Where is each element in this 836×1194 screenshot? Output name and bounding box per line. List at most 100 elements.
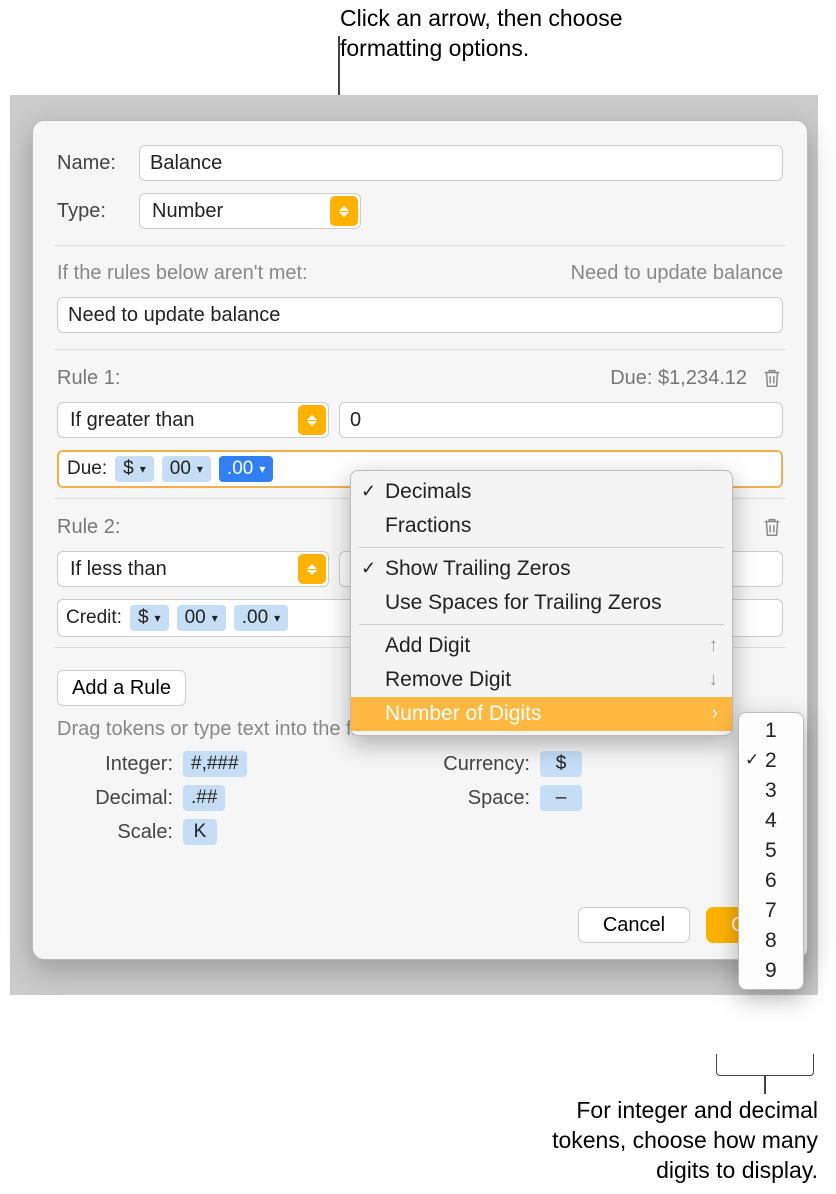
digits-option-1[interactable]: 1: [739, 716, 803, 746]
digits-option-9[interactable]: 9: [739, 956, 803, 986]
menu-item-label: Fractions: [385, 514, 471, 537]
currency-template-token[interactable]: $: [540, 751, 582, 777]
integer-label: Integer:: [63, 753, 173, 776]
trash-icon[interactable]: [761, 515, 783, 539]
updown-icon: [298, 405, 326, 435]
digits-option-label: 4: [765, 809, 777, 832]
integer-token[interactable]: 00▾: [177, 605, 226, 631]
chevron-down-icon: ▾: [155, 611, 161, 625]
type-select[interactable]: Number: [139, 193, 361, 229]
fallback-input-value: Need to update balance: [68, 304, 280, 327]
menu-separator: [359, 547, 724, 548]
token-text: .00: [242, 607, 268, 629]
decimal-label: Decimal:: [63, 787, 173, 810]
rule2-title: Rule 2:: [57, 516, 120, 539]
chevron-right-icon: ›: [712, 703, 718, 725]
currency-token[interactable]: $▾: [115, 456, 154, 482]
menu-add-digit[interactable]: Add Digit ↑: [351, 629, 732, 663]
arrow-down-icon: ↓: [709, 669, 719, 691]
arrow-up-icon: ↑: [709, 635, 719, 657]
chevron-down-icon: ▾: [274, 611, 280, 625]
type-label: Type:: [57, 200, 125, 223]
digits-option-label: 9: [765, 959, 777, 982]
check-icon: ✓: [361, 558, 376, 579]
digits-option-label: 5: [765, 839, 777, 862]
menu-fractions[interactable]: Fractions: [351, 509, 732, 543]
rule1-value-input[interactable]: 0: [339, 402, 783, 438]
menu-remove-digit[interactable]: Remove Digit ↓: [351, 663, 732, 697]
check-icon: ✓: [745, 750, 759, 770]
fallback-label: If the rules below aren't met:: [57, 262, 308, 285]
rule1-condition-value: If greater than: [70, 409, 195, 432]
rule2-prefix: Credit:: [66, 607, 122, 629]
rule1-title: Rule 1:: [57, 367, 120, 390]
digits-submenu: 1✓23456789: [738, 712, 804, 990]
digits-option-3[interactable]: 3: [739, 776, 803, 806]
currency-label: Currency:: [420, 753, 530, 776]
digits-option-label: 2: [765, 749, 777, 772]
fallback-preview: Need to update balance: [571, 262, 783, 285]
token-text: 00: [170, 458, 191, 480]
menu-item-label: Remove Digit: [385, 668, 511, 691]
token-library: Integer: #,### Currency: $ Decimal: .## …: [33, 747, 807, 845]
updown-icon: [298, 554, 326, 584]
digits-option-6[interactable]: 6: [739, 866, 803, 896]
chevron-down-icon: ▾: [212, 611, 218, 625]
digits-option-4[interactable]: 4: [739, 806, 803, 836]
callout-bracket-stem: [764, 1076, 766, 1094]
digits-option-label: 3: [765, 779, 777, 802]
rule1-preview: Due: $1,234.12: [610, 367, 747, 390]
digits-option-label: 8: [765, 929, 777, 952]
currency-token[interactable]: $▾: [130, 605, 169, 631]
add-rule-button[interactable]: Add a Rule: [57, 670, 186, 706]
type-select-value: Number: [152, 200, 223, 223]
fallback-input[interactable]: Need to update balance: [57, 297, 783, 333]
menu-number-of-digits[interactable]: Number of Digits ›: [351, 697, 732, 731]
token-text: .00: [227, 458, 253, 480]
chevron-down-icon: ▾: [140, 462, 146, 476]
callout-top: Click an arrow, then choose formatting o…: [340, 4, 680, 64]
integer-template-token[interactable]: #,###: [183, 751, 247, 777]
decimal-template-token[interactable]: .##: [183, 785, 225, 811]
space-label: Space:: [420, 787, 530, 810]
menu-item-label: Add Digit: [385, 634, 470, 657]
digits-option-7[interactable]: 7: [739, 896, 803, 926]
separator: [55, 349, 785, 350]
rule2-condition-value: If less than: [70, 558, 167, 581]
menu-item-label: Use Spaces for Trailing Zeros: [385, 591, 662, 614]
menu-item-label: Decimals: [385, 480, 471, 503]
callout-bracket: [716, 1054, 814, 1076]
menu-separator: [359, 624, 724, 625]
trash-icon[interactable]: [761, 366, 783, 390]
integer-token[interactable]: 00 ▾: [162, 456, 211, 482]
token-text: $: [123, 458, 134, 480]
menu-item-label: Show Trailing Zeros: [385, 557, 571, 580]
rule1-condition-select[interactable]: If greater than: [57, 402, 329, 438]
chevron-down-icon: ▾: [197, 462, 203, 476]
name-input[interactable]: Balance: [139, 145, 783, 181]
rule1-value: 0: [350, 409, 361, 432]
callout-bottom: For integer and decimal tokens, choose h…: [498, 1096, 818, 1186]
chevron-down-icon: ▾: [259, 462, 265, 476]
separator: [55, 245, 785, 246]
check-icon: ✓: [361, 481, 376, 502]
updown-icon: [330, 196, 358, 226]
scale-label: Scale:: [63, 821, 173, 844]
digits-option-label: 6: [765, 869, 777, 892]
name-input-value: Balance: [150, 152, 222, 175]
digits-option-label: 7: [765, 899, 777, 922]
digits-option-5[interactable]: 5: [739, 836, 803, 866]
decimal-token[interactable]: .00 ▾: [234, 605, 288, 631]
menu-use-spaces[interactable]: Use Spaces for Trailing Zeros: [351, 586, 732, 620]
token-text: $: [138, 607, 149, 629]
space-template-token[interactable]: –: [540, 785, 582, 811]
digits-option-8[interactable]: 8: [739, 926, 803, 956]
scale-template-token[interactable]: K: [183, 819, 217, 845]
digits-option-2[interactable]: ✓2: [739, 746, 803, 776]
cancel-button[interactable]: Cancel: [578, 907, 690, 943]
menu-show-trailing[interactable]: ✓ Show Trailing Zeros: [351, 552, 732, 586]
decimal-token[interactable]: .00 ▾: [219, 456, 273, 482]
menu-decimals[interactable]: ✓ Decimals: [351, 475, 732, 509]
rule2-condition-select[interactable]: If less than: [57, 551, 329, 587]
menu-item-label: Number of Digits: [385, 702, 541, 725]
